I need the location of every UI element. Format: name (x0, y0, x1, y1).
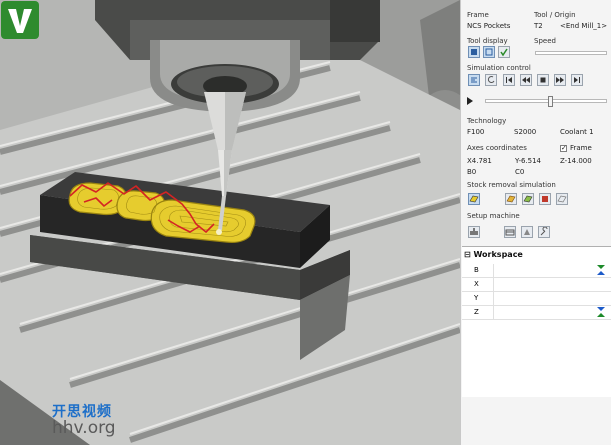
stock-compare-button[interactable] (522, 193, 534, 205)
technology-label: Technology (467, 117, 507, 125)
workspace-title: Workspace (473, 250, 523, 259)
stock-collision-button[interactable] (539, 193, 551, 205)
setup-options-button[interactable] (538, 226, 550, 238)
play-mode-button[interactable] (468, 74, 480, 86)
app-window: 开思视频 hhv.org Frame Tool / Origin NCS Poc… (0, 0, 611, 445)
simulation-control-label: Simulation control (467, 64, 531, 72)
stop-button[interactable] (537, 74, 549, 86)
reset-button[interactable] (485, 74, 497, 86)
frame-checkbox-label: Frame (570, 144, 592, 152)
workspace-grid: ⊟ Workspace B X Y Z (462, 246, 611, 397)
collapse-icon[interactable]: ⊟ (464, 250, 471, 259)
watermark-url: hhv.org (52, 418, 116, 438)
simulation-viewport[interactable]: 开思视频 hhv.org (0, 0, 460, 445)
setup-machine-button[interactable] (468, 226, 480, 238)
workspace-row-z[interactable]: Z (462, 306, 611, 320)
tool-display-solid-button[interactable] (468, 46, 480, 58)
workspace-value-b[interactable] (493, 264, 611, 277)
workspace-key-b: B (474, 266, 479, 274)
tool-name: <End Mill_1> (560, 22, 608, 30)
speed-slider[interactable] (535, 51, 607, 55)
stop-icon (540, 77, 546, 83)
stock-wire-button[interactable] (556, 193, 568, 205)
axis-y-value: Y-6.514 (515, 157, 542, 165)
workspace-value-x[interactable] (493, 278, 611, 291)
tool-number: T2 (534, 22, 543, 30)
setup-machine-label: Setup machine (467, 212, 520, 220)
setup-fixture-button[interactable] (521, 226, 533, 238)
coolant-value: Coolant 1 (560, 128, 594, 136)
axis-c-value: C0 (515, 168, 525, 176)
stock-removal-on-button[interactable] (468, 193, 480, 205)
workspace-row-x[interactable]: X (462, 278, 611, 292)
stock-color-button[interactable] (505, 193, 517, 205)
setup-table-button[interactable] (504, 226, 516, 238)
workspace-row-y[interactable]: Y (462, 292, 611, 306)
step-back-button[interactable] (503, 74, 515, 86)
spindle-value: S2000 (514, 128, 537, 136)
axis-x-value: X4.781 (467, 157, 492, 165)
tool-display-label: Tool display (467, 37, 508, 45)
rewind-button[interactable] (520, 74, 532, 86)
tool-solid-icon (471, 49, 477, 55)
progress-slider[interactable] (485, 99, 607, 103)
axis-z-value: Z-14.000 (560, 157, 592, 165)
stock-material-icon (469, 195, 479, 203)
rewind-icon (522, 77, 530, 83)
tool-origin-label: Tool / Origin (534, 11, 576, 19)
machine-icon (470, 228, 478, 235)
frame-label: Frame (467, 11, 489, 19)
workspace-value-y[interactable] (493, 292, 611, 305)
mode-icon (471, 77, 477, 83)
table-icon (505, 229, 515, 236)
frame-checkbox[interactable]: ✓ (560, 145, 567, 152)
workspace-value-z[interactable] (493, 306, 611, 319)
workspace-key-x: X (474, 280, 479, 288)
feed-value: F100 (467, 128, 485, 136)
wrench-icon (540, 227, 548, 236)
axis-b-value: B0 (467, 168, 477, 176)
workspace-header[interactable]: ⊟ Workspace (464, 250, 523, 259)
machine-scene (0, 0, 460, 445)
axes-coordinates-label: Axes coordinates (467, 144, 527, 152)
step-back-icon (506, 77, 512, 83)
stock-wire-icon (557, 195, 567, 203)
fast-forward-icon (556, 77, 564, 83)
step-forward-button[interactable] (571, 74, 583, 86)
axis-limit-icon (597, 307, 605, 317)
frame-value: NCS Pockets (467, 22, 511, 30)
stock-collision-icon (542, 196, 548, 202)
tool-display-toggle-button[interactable] (498, 46, 510, 58)
step-forward-icon (574, 77, 580, 83)
axis-limit-icon (597, 265, 605, 275)
progress-slider-thumb[interactable] (548, 96, 553, 107)
fast-forward-button[interactable] (554, 74, 566, 86)
watermark-logo (1, 1, 39, 39)
speed-label: Speed (534, 37, 556, 45)
stock-color-icon (506, 195, 516, 203)
check-tool-icon (500, 48, 508, 57)
stock-removal-label: Stock removal simulation (467, 181, 556, 189)
workspace-key-y: Y (474, 294, 479, 302)
workspace-key-z: Z (474, 308, 479, 316)
workspace-row-b[interactable]: B (462, 264, 611, 278)
tool-display-wire-button[interactable] (483, 46, 495, 58)
fixture-icon (524, 229, 530, 235)
tool-wire-icon (485, 48, 493, 56)
reset-icon (487, 76, 495, 84)
stock-compare-icon (523, 195, 533, 203)
play-icon[interactable] (467, 97, 473, 105)
